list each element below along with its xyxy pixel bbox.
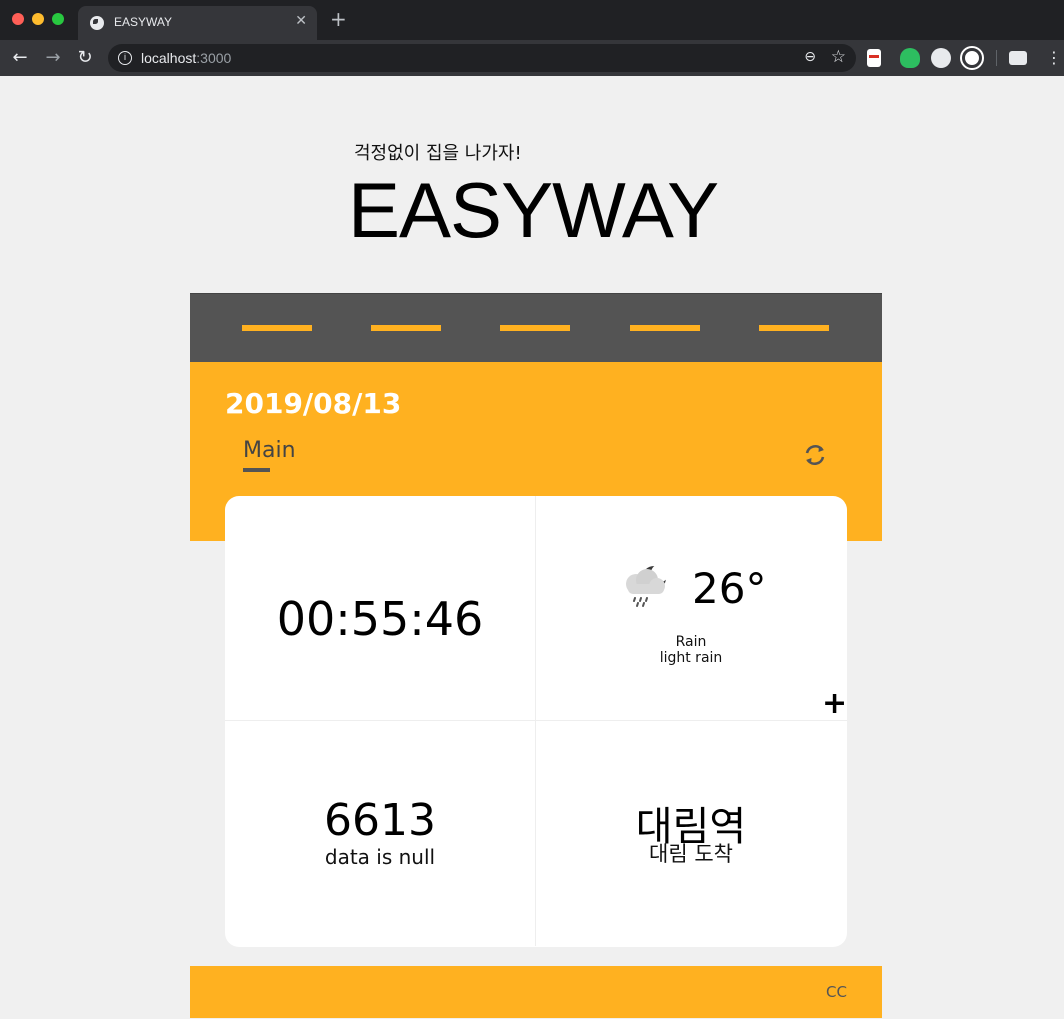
tab-close-icon[interactable]: ✕ [295, 13, 307, 29]
weather-widget: 26° Rain light rain + [536, 496, 847, 721]
lane-marking [242, 325, 312, 331]
extension-window-icon[interactable] [1009, 51, 1027, 65]
lane-marking [759, 325, 829, 331]
extension-circle-icon[interactable] [960, 46, 984, 70]
reload-icon[interactable]: ↻ [73, 46, 97, 70]
current-date: 2019/08/13 [225, 387, 402, 420]
toolbar-divider [996, 50, 997, 66]
zoom-icon[interactable]: ⊖ [804, 49, 816, 65]
forward-arrow-icon[interactable]: → [41, 46, 65, 70]
footer: CC [190, 966, 882, 1018]
bookmark-star-icon[interactable]: ☆ [831, 47, 846, 67]
lane-marking [371, 325, 441, 331]
window-minimize-button[interactable] [32, 13, 44, 25]
window-maximize-button[interactable] [52, 13, 64, 25]
app-logo-title: EASYWAY [348, 166, 719, 254]
bus-widget: 6613 data is null [225, 721, 536, 946]
globe-icon [90, 16, 104, 30]
browser-menu-icon[interactable]: ⋮ [1046, 46, 1062, 70]
clock-widget: 00:55:46 [225, 496, 536, 721]
weather-condition: Rain [675, 634, 707, 650]
lane-marking [630, 325, 700, 331]
bus-number: 6613 [324, 795, 436, 846]
tab-main[interactable]: Main [243, 438, 296, 463]
bus-status: data is null [324, 845, 436, 869]
url-text[interactable]: localhost:3000 [141, 50, 231, 66]
evernote-extension-icon[interactable] [900, 48, 920, 68]
road-banner [190, 293, 882, 362]
weather-description: light rain [659, 650, 723, 666]
lane-marking [500, 325, 570, 331]
station-widget: 대림역 대림 도착 [536, 721, 847, 946]
refresh-icon[interactable] [802, 442, 828, 468]
new-tab-button[interactable]: + [330, 9, 347, 29]
clock-time: 00:55:46 [276, 592, 484, 646]
info-icon[interactable]: i [118, 51, 132, 65]
dashboard-card: 00:55:46 26° Rain light rain + 6613 data… [225, 496, 847, 947]
footer-credit: CC [826, 983, 847, 1001]
station-arrival: 대림 도착 [649, 842, 733, 866]
tab-active-indicator [243, 468, 270, 472]
tab-title: EASYWAY [114, 15, 173, 29]
extension-pdf-icon[interactable] [867, 49, 881, 67]
add-button[interactable]: + [822, 689, 847, 719]
browser-toolbar: ← → ↻ i localhost:3000 ⊖ ☆ ⋮ [0, 40, 1064, 76]
temperature: 26° [692, 564, 767, 613]
address-bar[interactable]: i localhost:3000 ⊖ ☆ [108, 44, 856, 72]
browser-tab[interactable]: EASYWAY ✕ [78, 6, 317, 40]
extension-globe-icon[interactable] [931, 48, 951, 68]
window-close-button[interactable] [12, 13, 24, 25]
cloud-rain-moon-icon [626, 564, 669, 607]
browser-tab-bar: EASYWAY ✕ + [0, 0, 1064, 40]
back-arrow-icon[interactable]: ← [8, 46, 32, 70]
